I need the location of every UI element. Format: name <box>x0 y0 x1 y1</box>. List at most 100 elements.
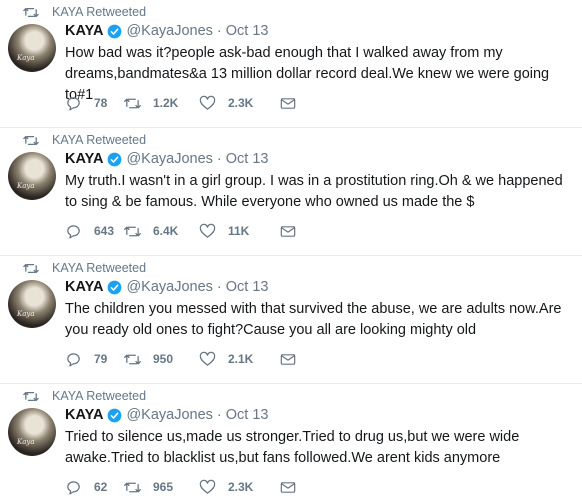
direct-message-button[interactable] <box>280 92 296 114</box>
avatar[interactable]: Kaya <box>8 408 56 456</box>
avatar[interactable]: Kaya <box>8 280 56 328</box>
tweet-actions: 78 1.2K 2.3K <box>65 92 296 114</box>
separator: · <box>216 23 222 39</box>
heart-icon <box>199 351 216 366</box>
verified-badge-icon <box>108 408 122 422</box>
tweet-header: KAYA @KayaJones · Oct 13 <box>65 23 268 39</box>
verified-badge-icon <box>108 152 122 166</box>
separator: · <box>216 151 222 167</box>
retweet-context-label: KAYA Retweeted <box>52 133 147 147</box>
retweet-icon <box>23 7 39 17</box>
retweet-count: 965 <box>153 480 174 494</box>
retweet-context-label: KAYA Retweeted <box>52 389 147 403</box>
tweet-header: KAYA @KayaJones · Oct 13 <box>65 151 268 167</box>
retweet-context: KAYA Retweeted <box>23 132 146 148</box>
tweet-actions: 62 965 2.3K <box>65 476 296 498</box>
like-count: 2.1K <box>228 352 254 366</box>
tweet[interactable]: KAYA Retweeted Kaya KAYA @KayaJones · Oc… <box>0 384 582 499</box>
tweet-date[interactable]: Oct 13 <box>226 151 269 167</box>
avatar-signature: Kaya <box>17 54 35 62</box>
avatar-signature: Kaya <box>17 438 35 446</box>
direct-message-button[interactable] <box>280 220 296 242</box>
separator: · <box>216 407 222 423</box>
like-button[interactable]: 11K <box>199 220 280 242</box>
reply-count: 79 <box>94 352 108 366</box>
retweet-icon <box>124 98 141 108</box>
tweet[interactable]: KAYA Retweeted Kaya KAYA @KayaJones · Oc… <box>0 256 582 384</box>
like-count: 2.3K <box>228 480 254 494</box>
retweet-button[interactable]: 6.4K <box>124 220 199 242</box>
reply-button[interactable]: 79 <box>65 348 124 370</box>
reply-count: 643 <box>94 224 115 238</box>
reply-button[interactable]: 62 <box>65 476 124 498</box>
envelope-icon <box>280 353 296 365</box>
like-count: 2.3K <box>228 96 254 110</box>
separator: · <box>216 279 222 295</box>
direct-message-button[interactable] <box>280 348 296 370</box>
heart-icon <box>199 223 216 238</box>
reply-button[interactable]: 78 <box>65 92 124 114</box>
retweet-button[interactable]: 950 <box>124 348 199 370</box>
retweet-context: KAYA Retweeted <box>23 4 146 20</box>
tweet[interactable]: KAYA Retweeted Kaya KAYA @KayaJones · Oc… <box>0 128 582 256</box>
retweet-icon <box>124 354 141 364</box>
verified-badge-icon <box>108 280 122 294</box>
retweet-button[interactable]: 965 <box>124 476 199 498</box>
heart-icon <box>199 95 216 110</box>
avatar[interactable]: Kaya <box>8 24 56 72</box>
display-name[interactable]: KAYA <box>65 407 103 423</box>
tweet-text: Tried to silence us,made us stronger.Tri… <box>65 429 520 466</box>
retweet-button[interactable]: 1.2K <box>124 92 199 114</box>
display-name[interactable]: KAYA <box>65 151 103 167</box>
retweet-context-label: KAYA Retweeted <box>52 261 147 275</box>
reply-icon <box>67 480 80 495</box>
retweet-count: 950 <box>153 352 174 366</box>
direct-message-button[interactable] <box>280 476 296 498</box>
user-handle[interactable]: @KayaJones <box>126 279 212 295</box>
retweet-icon <box>124 482 141 492</box>
reply-count: 78 <box>94 96 108 110</box>
user-handle[interactable]: @KayaJones <box>126 151 212 167</box>
reply-icon <box>67 224 80 239</box>
envelope-icon <box>280 97 296 109</box>
retweet-context-label: KAYA Retweeted <box>52 5 147 19</box>
like-count: 11K <box>228 224 250 238</box>
tweet-text: The children you messed with that surviv… <box>65 301 562 338</box>
tweet-feed: KAYA Retweeted Kaya KAYA @KayaJones · Oc… <box>0 0 582 499</box>
tweet-actions: 643 6.4K 11K <box>65 220 296 242</box>
retweet-context: KAYA Retweeted <box>23 260 146 276</box>
heart-icon <box>199 479 216 494</box>
tweet-header: KAYA @KayaJones · Oct 13 <box>65 407 268 423</box>
verified-badge-icon <box>108 24 122 38</box>
retweet-icon <box>23 391 39 401</box>
tweet-header: KAYA @KayaJones · Oct 13 <box>65 279 268 295</box>
display-name[interactable]: KAYA <box>65 23 103 39</box>
reply-button[interactable]: 643 <box>65 220 124 242</box>
like-button[interactable]: 2.3K <box>199 92 280 114</box>
retweet-icon <box>124 226 141 236</box>
tweet-date[interactable]: Oct 13 <box>226 279 269 295</box>
user-handle[interactable]: @KayaJones <box>126 407 212 423</box>
like-button[interactable]: 2.3K <box>199 476 280 498</box>
tweet-date[interactable]: Oct 13 <box>226 23 269 39</box>
retweet-count: 6.4K <box>153 224 179 238</box>
avatar-signature: Kaya <box>17 310 35 318</box>
reply-icon <box>67 96 80 111</box>
retweet-icon <box>23 263 39 273</box>
reply-count: 62 <box>94 480 108 494</box>
envelope-icon <box>280 225 296 237</box>
user-handle[interactable]: @KayaJones <box>126 23 212 39</box>
retweet-count: 1.2K <box>153 96 179 110</box>
retweet-context: KAYA Retweeted <box>23 388 146 404</box>
avatar-signature: Kaya <box>17 182 35 190</box>
tweet-text: My truth.I wasn't in a girl group. I was… <box>65 173 563 210</box>
reply-icon <box>67 352 80 367</box>
tweet[interactable]: KAYA Retweeted Kaya KAYA @KayaJones · Oc… <box>0 0 582 128</box>
display-name[interactable]: KAYA <box>65 279 103 295</box>
like-button[interactable]: 2.1K <box>199 348 280 370</box>
tweet-actions: 79 950 2.1K <box>65 348 296 370</box>
tweet-date[interactable]: Oct 13 <box>226 407 269 423</box>
retweet-icon <box>23 135 39 145</box>
avatar[interactable]: Kaya <box>8 152 56 200</box>
envelope-icon <box>280 481 296 493</box>
